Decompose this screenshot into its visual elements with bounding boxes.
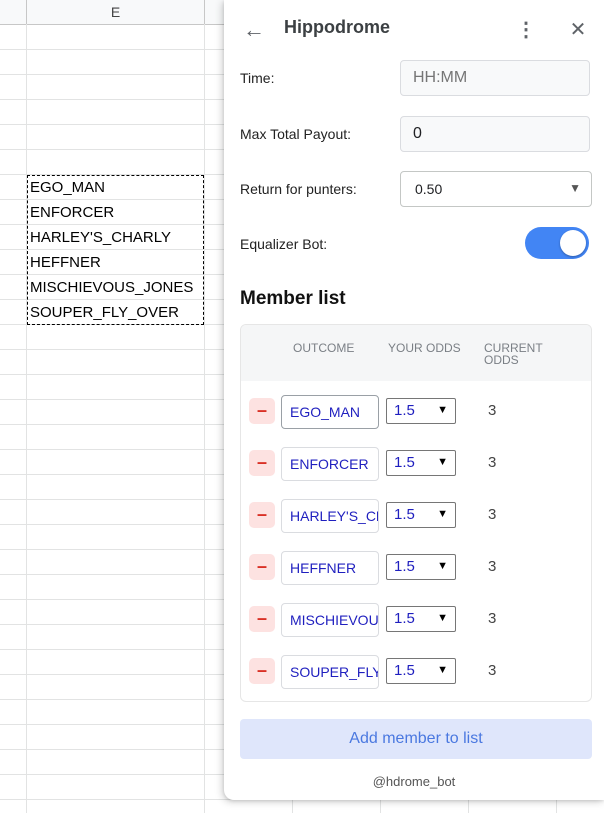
member-name-input[interactable]: ENFORCER (281, 447, 379, 481)
hippodrome-sidebar: ← Hippodrome ⋮ ✕ Time: Max Total Payout:… (224, 0, 604, 800)
current-odds: 3 (488, 506, 497, 523)
panel-header: ← Hippodrome ⋮ ✕ (224, 0, 604, 58)
cell[interactable]: EGO_MAN (30, 175, 105, 200)
odds-value: 1.5 (394, 662, 415, 679)
member-name-input[interactable]: EGO_MAN (281, 395, 379, 429)
current-odds: 3 (488, 402, 497, 419)
member-list-table: OUTCOME YOUR ODDS CURRENT ODDS – EGO_MAN… (240, 324, 592, 702)
header-outcome: OUTCOME (293, 341, 355, 355)
chevron-down-icon: ▼ (437, 404, 448, 416)
remove-member-button[interactable]: – (249, 658, 275, 684)
odds-value: 1.5 (394, 558, 415, 575)
more-options-icon[interactable]: ⋮ (512, 16, 540, 44)
member-row: – ENFORCER 1.5 ▼ 3 (241, 435, 591, 487)
member-row: – SOUPER_FLY_OVER 1.5 ▼ 3 (241, 643, 591, 695)
add-member-button[interactable]: Add member to list (240, 719, 592, 759)
member-name-input[interactable]: SOUPER_FLY_OVER (281, 655, 379, 689)
header-your-odds: YOUR ODDS (388, 341, 461, 355)
member-row: – HEFFNER 1.5 ▼ 3 (241, 539, 591, 591)
odds-value: 1.5 (394, 454, 415, 471)
return-select-value: 0.50 (415, 181, 443, 197)
equalizer-toggle[interactable] (525, 227, 589, 259)
toggle-knob (560, 230, 586, 256)
back-arrow-icon[interactable]: ← (240, 16, 268, 44)
chevron-down-icon: ▼ (437, 508, 448, 520)
column-header-e[interactable]: E (27, 0, 205, 24)
header-current-odds-line2: ODDS (484, 353, 519, 367)
gridline (204, 24, 205, 813)
bot-handle: @hdrome_bot (372, 774, 456, 789)
current-odds: 3 (488, 610, 497, 627)
time-label: Time: (240, 70, 275, 86)
member-name-input[interactable]: HEFFNER (281, 551, 379, 585)
equalizer-label: Equalizer Bot: (240, 236, 328, 252)
member-odds-select[interactable]: 1.5 ▼ (386, 502, 456, 528)
cell[interactable]: HARLEY'S_CHARLY (30, 225, 171, 250)
chevron-down-icon: ▼ (437, 612, 448, 624)
remove-member-button[interactable]: – (249, 502, 275, 528)
remove-member-button[interactable]: – (249, 554, 275, 580)
member-odds-select[interactable]: 1.5 ▼ (386, 450, 456, 476)
cell[interactable]: SOUPER_FLY_OVER (30, 300, 179, 325)
current-odds: 3 (488, 662, 497, 679)
chevron-down-icon: ▼ (437, 560, 448, 572)
current-odds: 3 (488, 454, 497, 471)
member-row: – HARLEY'S_CHARLY 1.5 ▼ 3 (241, 487, 591, 539)
member-row: – MISCHIEVOUS_JONES 1.5 ▼ 3 (241, 591, 591, 643)
remove-member-button[interactable]: – (249, 606, 275, 632)
chevron-down-icon: ▼ (437, 664, 448, 676)
member-odds-select[interactable]: 1.5 ▼ (386, 606, 456, 632)
cell[interactable]: MISCHIEVOUS_JONES (30, 275, 193, 300)
column-header-d[interactable] (0, 0, 27, 24)
member-row: – EGO_MAN 1.5 ▼ 3 (241, 383, 591, 435)
member-odds-select[interactable]: 1.5 ▼ (386, 398, 456, 424)
return-label: Return for punters: (240, 181, 357, 197)
remove-member-button[interactable]: – (249, 450, 275, 476)
member-odds-select[interactable]: 1.5 ▼ (386, 658, 456, 684)
time-input[interactable] (400, 60, 590, 96)
gridline (26, 24, 27, 813)
max-payout-label: Max Total Payout: (240, 126, 352, 142)
chevron-down-icon: ▼ (437, 456, 448, 468)
member-list-title: Member list (240, 288, 346, 309)
member-list-header: OUTCOME YOUR ODDS CURRENT ODDS (241, 325, 591, 381)
member-name-input[interactable]: HARLEY'S_CHARLY (281, 499, 379, 533)
member-odds-select[interactable]: 1.5 ▼ (386, 554, 456, 580)
cell[interactable]: HEFFNER (30, 250, 101, 275)
odds-value: 1.5 (394, 506, 415, 523)
cell[interactable]: ENFORCER (30, 200, 114, 225)
max-payout-input[interactable] (400, 116, 590, 152)
chevron-down-icon: ▼ (569, 181, 581, 195)
close-icon[interactable]: ✕ (564, 16, 592, 44)
return-select[interactable]: 0.50 ▼ (400, 171, 592, 207)
odds-value: 1.5 (394, 610, 415, 627)
remove-member-button[interactable]: – (249, 398, 275, 424)
odds-value: 1.5 (394, 402, 415, 419)
panel-title: Hippodrome (284, 17, 390, 37)
member-name-input[interactable]: MISCHIEVOUS_JONES (281, 603, 379, 637)
current-odds: 3 (488, 558, 497, 575)
